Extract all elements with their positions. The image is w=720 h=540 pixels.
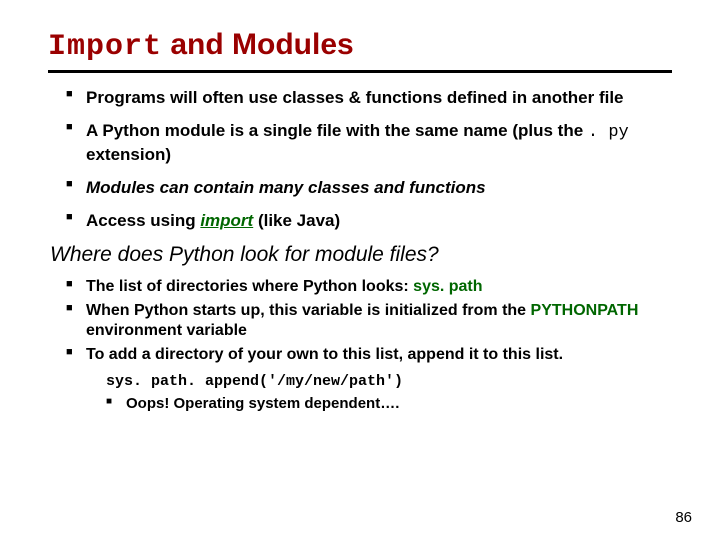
bullet-2-pre: A Python module is a single file with th… [86,121,588,140]
oops-text: Oops! Operating system dependent…. [126,395,399,412]
bullet-4-post: (like Java) [253,211,340,230]
sub-bullet-1-kw: sys. path [413,278,482,295]
bullet-4-kw: import [200,211,253,230]
sub-bullet-2-pre: When Python starts up, this variable is … [86,302,531,319]
bullet-2: A Python module is a single file with th… [66,120,672,165]
oops-bullet: Oops! Operating system dependent…. [106,394,672,414]
bullet-3: Modules can contain many classes and fun… [66,177,672,198]
bullet-1: Programs will often use classes & functi… [66,87,672,108]
slide-title: Import and Modules [48,28,672,73]
sub-bullet-3: To add a directory of your own to this l… [66,345,672,365]
sub-bullet-2: When Python starts up, this variable is … [66,301,672,341]
title-mono: Import [48,30,162,64]
title-rest: and Modules [162,28,354,61]
bullet-4: Access using import (like Java) [66,210,672,231]
bullet-list-main: Programs will often use classes & functi… [48,87,672,231]
bullet-1-text: Programs will often use classes & functi… [86,88,624,107]
sub-bullet-3-text: To add a directory of your own to this l… [86,346,563,363]
subheading: Where does Python look for module files? [50,243,672,267]
sub-bullet-2-post: environment variable [86,322,247,339]
bullet-2-mono: . py [588,123,629,142]
page-number: 86 [675,509,692,526]
bullet-list-sub: The list of directories where Python loo… [48,277,672,365]
slide: Import and Modules Programs will often u… [0,0,720,540]
bullet-list-oops: Oops! Operating system dependent…. [48,394,672,414]
bullet-3-text: Modules can contain many classes and fun… [86,178,486,197]
code-line: sys. path. append('/my/new/path') [106,373,672,390]
sub-bullet-2-kw: PYTHONPATH [531,302,639,319]
sub-bullet-1: The list of directories where Python loo… [66,277,672,297]
sub-bullet-1-pre: The list of directories where Python loo… [86,278,413,295]
bullet-4-pre: Access using [86,211,200,230]
bullet-2-post: extension) [86,145,171,164]
